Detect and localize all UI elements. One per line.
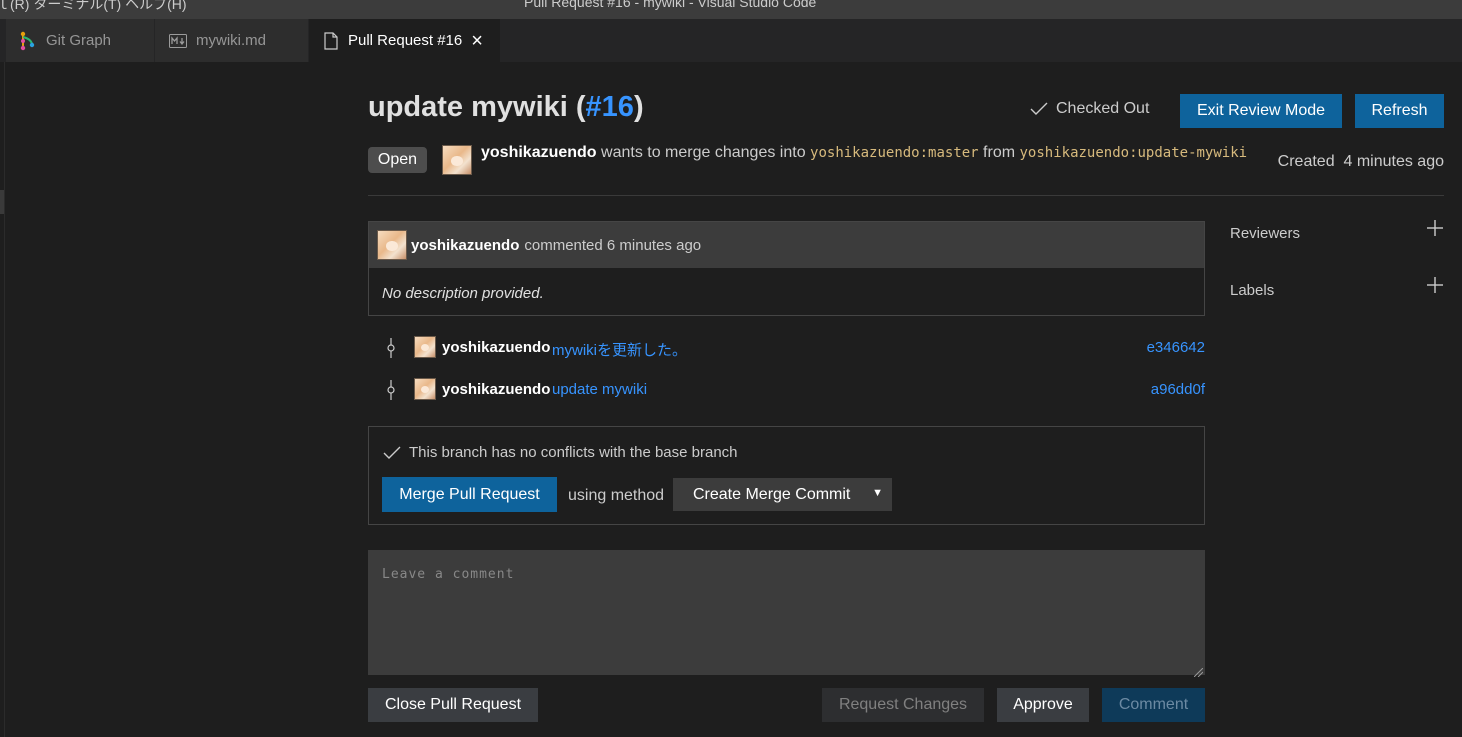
tab-git-graph[interactable]: Git Graph [6,19,154,62]
avatar [442,145,472,175]
commit-icon [386,338,396,362]
close-pull-request-button[interactable]: Close Pull Request [368,688,538,722]
tab-mywiki-md[interactable]: mywiki.md [155,19,308,62]
check-icon [383,446,401,459]
file-icon [323,31,339,50]
comment-timestamp: commented 6 minutes ago [524,236,702,254]
editor-tab-bar: Git Graph mywiki.md Pull Request #16 × [0,19,1462,62]
reviewers-label: Reviewers [1230,224,1301,242]
divider [368,195,1444,196]
comment-button[interactable]: Comment [1102,688,1205,722]
avatar [414,336,436,358]
avatar [377,230,407,260]
scrollbar[interactable] [0,190,4,214]
reviewers-section: Reviewers [1230,219,1444,245]
avatar [414,378,436,400]
merge-method-select[interactable]: Create Merge Commit ▼ [673,478,892,511]
labels-label: Labels [1230,281,1275,299]
head-branch: yoshikazuendo:update-mywiki [1019,145,1248,161]
commit-row: yoshikazuendo mywikiを更新した。 e346642 [368,336,1205,360]
title-bar: ｌ(R) ターミナル(T) ヘルプ(H) Pull Request #16 - … [0,0,1462,19]
refresh-button[interactable]: Refresh [1355,94,1444,128]
comment-input[interactable] [368,550,1205,675]
using-method-label: using method [568,487,665,504]
comment-author[interactable]: yoshikazuendo [411,237,519,254]
commit-sha[interactable]: a96dd0f [1151,381,1205,398]
tab-label: mywiki.md [196,32,266,49]
tab-pull-request[interactable]: Pull Request #16 × [309,19,500,62]
resize-grip-icon[interactable] [1193,664,1204,681]
window-title: Pull Request #16 - mywiki - Visual Studi… [524,0,817,10]
commit-author[interactable]: yoshikazuendo [442,381,550,398]
approve-button[interactable]: Approve [997,688,1089,722]
commit-sha[interactable]: e346642 [1147,339,1205,356]
side-edge [0,62,5,737]
add-label-plus-icon[interactable] [1426,276,1444,298]
comment-body: No description provided. [382,285,544,302]
status-badge: Open [368,147,427,173]
labels-section: Labels [1230,276,1444,302]
request-changes-button[interactable]: Request Changes [822,688,984,722]
merge-info: yoshikazuendo wants to merge changes int… [481,144,1248,161]
comment-header: yoshikazuendo commented 6 minutes ago [369,222,1204,268]
tab-label: Pull Request #16 [348,32,463,49]
dropdown-arrow-icon: ▼ [872,487,883,499]
merge-status: This branch has no conflicts with the ba… [383,444,738,461]
close-icon[interactable]: × [471,31,483,51]
base-branch: yoshikazuendo:master [810,145,979,161]
page-title: update mywiki (#16) [368,91,644,123]
add-reviewer-plus-icon[interactable] [1426,219,1444,241]
merge-panel: This branch has no conflicts with the ba… [368,426,1205,525]
check-icon [1030,102,1048,115]
description-comment: yoshikazuendo commented 6 minutes ago No… [368,221,1205,316]
commit-icon [386,380,396,404]
commit-message[interactable]: update mywiki [552,381,647,398]
markdown-icon [169,33,187,48]
checked-out-status: Checked Out [1030,100,1149,118]
pr-number-link[interactable]: #16 [586,91,634,123]
created-time: Created 4 minutes ago [1277,153,1444,170]
author-name[interactable]: yoshikazuendo [481,144,597,161]
tab-label: Git Graph [46,32,112,49]
menu-bar[interactable]: ｌ(R) ターミナル(T) ヘルプ(H) [0,0,187,14]
merge-pull-request-button[interactable]: Merge Pull Request [382,477,557,512]
commit-row: yoshikazuendo update mywiki a96dd0f [368,378,1205,402]
commit-author[interactable]: yoshikazuendo [442,339,550,356]
exit-review-mode-button[interactable]: Exit Review Mode [1180,94,1342,128]
git-graph-icon [19,31,37,51]
commit-message[interactable]: mywikiを更新した。 [552,339,687,360]
